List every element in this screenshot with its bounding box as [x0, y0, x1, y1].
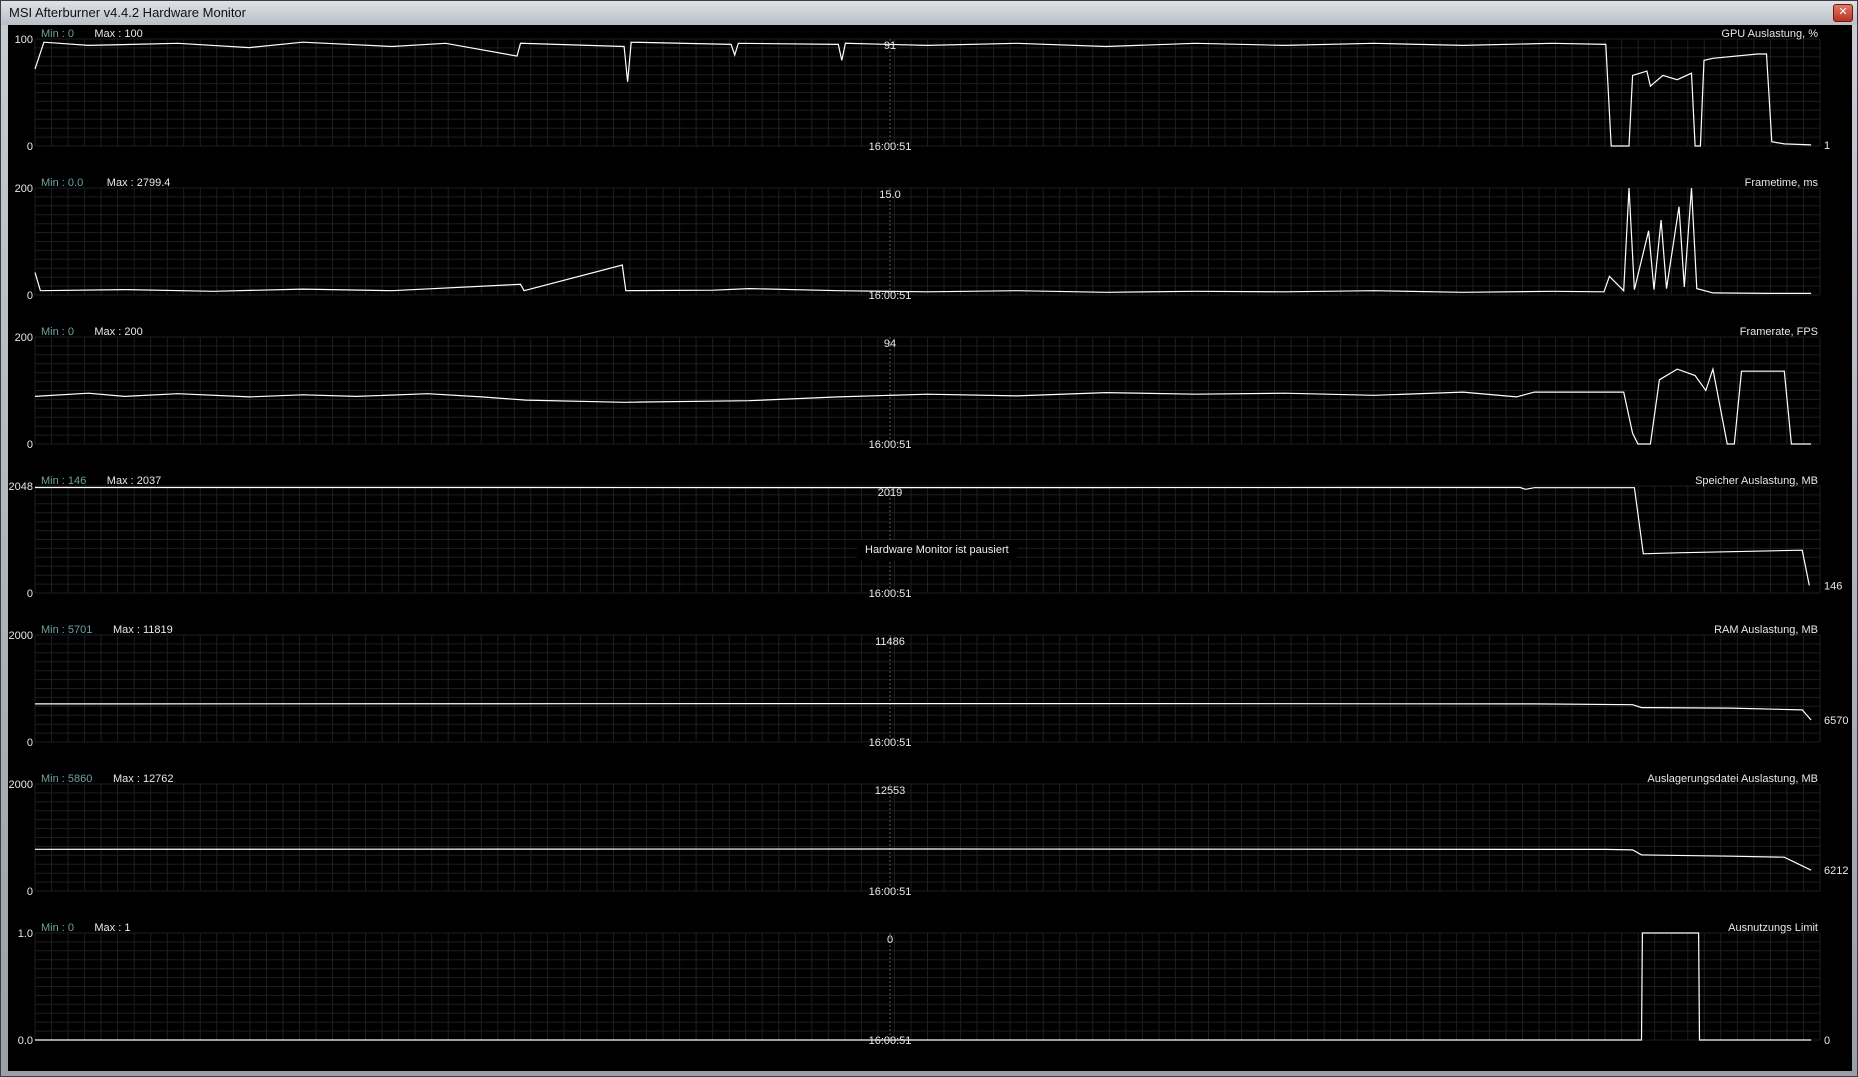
graph-trace	[34, 41, 1812, 147]
graph-scale-top: 2048	[9, 481, 33, 493]
graph-scale-top: 200	[15, 183, 33, 195]
cursor-time: 16:00:51	[869, 1035, 912, 1047]
graph-end-value: 146	[1824, 580, 1842, 592]
cursor-value: 91	[884, 40, 896, 52]
graph-min-label: Min : 0	[41, 326, 74, 338]
graph-min-label: Min : 5701	[41, 624, 92, 636]
cursor-value: 0	[887, 934, 893, 946]
graph-max-label: Max : 1	[94, 922, 130, 934]
graph-trace	[34, 366, 1812, 445]
graph-min-label: Min : 0.0	[41, 177, 83, 189]
graph-scale-bottom: 0	[27, 141, 33, 153]
graph-panel: Min : 0 Max : 100 GPU Auslastung, % 100 0 91 1…	[15, 28, 1830, 153]
graph-name: RAM Auslastung, MB	[1714, 624, 1818, 636]
app-window: MSI Afterburner v4.4.2 Hardware Monitor …	[0, 0, 1858, 1077]
graph-end-value: 6570	[1824, 715, 1848, 727]
graph-panel: Min : 0 Max : 1 Ausnutzungs Limit 1.0 0.0 0 16…	[18, 922, 1830, 1047]
graph-name: Framerate, FPS	[1740, 326, 1818, 338]
graph-name: Speicher Auslastung, MB	[1695, 475, 1818, 487]
graph-scale-top: 32000	[8, 779, 33, 791]
graph-scale-top: 1.0	[18, 928, 33, 940]
graph-panel: Min : 0.0 Max : 2799.4 Frametime, ms 200 0 15…	[15, 177, 1821, 302]
graph-end-value: 0	[1824, 1035, 1830, 1047]
graph-scale-bottom: 0	[27, 439, 33, 451]
graph-scale-bottom: 0	[27, 886, 33, 898]
cursor-time: 16:00:51	[869, 737, 912, 749]
graph-name: Auslagerungsdatei Auslastung, MB	[1647, 773, 1818, 785]
graph-scale-top: 200	[15, 332, 33, 344]
graph-min-label: Min : 0	[41, 28, 74, 40]
graph-grid	[34, 634, 1821, 743]
cursor-time: 16:00:51	[869, 141, 912, 153]
graph-name: Frametime, ms	[1745, 177, 1819, 189]
cursor-time: 16:00:51	[869, 588, 912, 600]
graph-trace	[35, 486, 1810, 586]
graph-scale-top: 100	[15, 34, 33, 46]
graph-panel: Min : 5701 Max : 11819 RAM Auslastung, MB 3…	[8, 624, 1848, 749]
cursor-value: 2019	[878, 487, 902, 499]
graph-scale-bottom: 0.0	[18, 1035, 33, 1047]
graph-max-label: Max : 2037	[107, 475, 161, 487]
graph-max-label: Max : 200	[94, 326, 142, 338]
close-button[interactable]: ✕	[1833, 4, 1853, 22]
monitor-area[interactable]: Min : 0 Max : 100 GPU Auslastung, % 100 0 91 1…	[8, 25, 1852, 1071]
graph-panel: Min : 0 Max : 200 Framerate, FPS 200 0 94 16:0…	[15, 326, 1821, 451]
graph-max-label: Max : 12762	[113, 773, 174, 785]
graph-end-value: 6212	[1824, 865, 1848, 877]
graph-min-label: Min : 146	[41, 475, 86, 487]
paused-message: Hardware Monitor ist pausiert	[857, 540, 1017, 560]
graph-grid	[34, 783, 1821, 892]
window-title: MSI Afterburner v4.4.2 Hardware Monitor	[9, 5, 246, 20]
cursor-value: 15.0	[879, 189, 900, 201]
cursor-value: 11486	[875, 636, 905, 648]
cursor-value: 12553	[875, 785, 906, 797]
graph-scale-bottom: 0	[27, 588, 33, 600]
title-bar[interactable]: MSI Afterburner v4.4.2 Hardware Monitor …	[1, 1, 1857, 25]
graph-max-label: Max : 11819	[113, 624, 173, 636]
graph-panel: Min : 146 Max : 2037 Speicher Auslastung, …	[9, 475, 1843, 600]
graph-min-label: Min : 5860	[41, 773, 92, 785]
graph-scale-top: 32000	[8, 630, 33, 642]
cursor-time: 16:00:51	[869, 439, 912, 451]
close-icon: ✕	[1838, 6, 1848, 18]
cursor-time: 16:00:51	[869, 290, 912, 302]
graph-end-value: 1	[1824, 140, 1830, 152]
graph-name: GPU Auslastung, %	[1721, 28, 1818, 40]
graph-scale-bottom: 0	[27, 290, 33, 302]
cursor-time: 16:00:51	[869, 886, 912, 898]
graph-scale-bottom: 0	[27, 737, 33, 749]
graph-min-label: Min : 0	[41, 922, 74, 934]
graph-trace	[34, 848, 1812, 871]
cursor-value: 94	[884, 338, 896, 350]
graph-panel: Min : 5860 Max : 12762 Auslagerungsdatei A…	[8, 773, 1848, 898]
graph-grid	[34, 336, 1821, 445]
graph-max-label: Max : 100	[94, 28, 142, 40]
graph-grid	[34, 187, 1821, 296]
graph-name: Ausnutzungs Limit	[1728, 922, 1818, 934]
graph-grid	[34, 932, 1821, 1041]
graph-grid	[34, 38, 1821, 147]
graph-max-label: Max : 2799.4	[107, 177, 171, 189]
